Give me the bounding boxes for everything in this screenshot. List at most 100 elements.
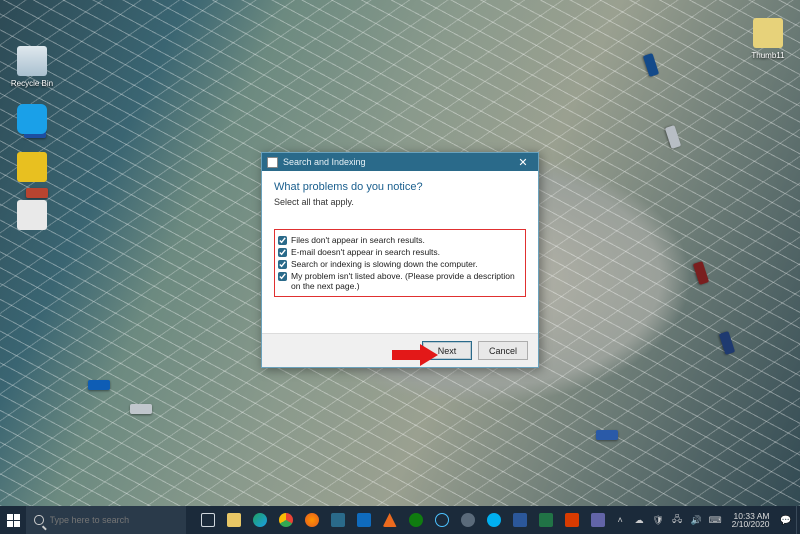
problem-options-group: Files don't appear in search results. E-… xyxy=(274,229,526,297)
start-button[interactable] xyxy=(0,506,26,534)
desktop-icon-label: Recycle Bin xyxy=(8,79,56,88)
shield-icon: 🛡 xyxy=(652,515,663,526)
cloud-icon: ☁ xyxy=(635,515,644,526)
troubleshooter-dialog: Search and Indexing ✕ What problems do y… xyxy=(261,152,539,368)
search-input[interactable] xyxy=(50,515,178,525)
taskbar-app-xbox[interactable] xyxy=(404,513,428,527)
taskbar-app-mail[interactable] xyxy=(352,513,376,527)
taskbar-app-word[interactable] xyxy=(508,513,532,527)
action-center-button[interactable]: 💬 xyxy=(775,515,796,526)
firefox-icon xyxy=(305,513,319,527)
option-slowing[interactable]: Search or indexing is slowing down the c… xyxy=(278,258,522,270)
taskbar-app-explorer[interactable] xyxy=(222,513,246,527)
option-label: My problem isn't listed above. (Please p… xyxy=(291,271,522,291)
desktop-icon-app3[interactable] xyxy=(8,200,56,233)
taskbar-app-settings[interactable] xyxy=(456,513,480,527)
tray-overflow[interactable]: ˄ xyxy=(614,514,627,527)
decor-car xyxy=(693,261,709,285)
clock-date: 2/10/2020 xyxy=(732,520,770,529)
decor-car xyxy=(130,404,152,414)
desktop-icon-app2[interactable] xyxy=(8,152,56,185)
decor-car xyxy=(665,125,681,149)
utility-icon xyxy=(591,513,605,527)
app-icon xyxy=(17,104,47,134)
show-desktop-button[interactable] xyxy=(796,506,800,534)
dialog-subheading: Select all that apply. xyxy=(274,197,526,207)
option-checkbox[interactable] xyxy=(278,272,287,281)
folder-icon xyxy=(227,513,241,527)
taskbar-app-vlc[interactable] xyxy=(378,513,402,527)
file-icon xyxy=(753,18,783,48)
network-icon: 🖧 xyxy=(672,512,682,528)
taskbar: ˄ ☁ 🛡 🖧 🔊 ⌨ 10:33 AM 2/10/2020 💬 xyxy=(0,506,800,534)
option-label: E-mail doesn't appear in search results. xyxy=(291,247,440,257)
option-email[interactable]: E-mail doesn't appear in search results. xyxy=(278,246,522,258)
taskbar-app-store[interactable] xyxy=(326,513,350,527)
search-icon xyxy=(34,515,43,525)
desktop-icon-recycle-bin[interactable]: Recycle Bin xyxy=(8,46,56,88)
option-files[interactable]: Files don't appear in search results. xyxy=(278,234,522,246)
app-icon xyxy=(17,200,47,230)
windows-logo-icon xyxy=(7,514,20,527)
gear-icon xyxy=(461,513,475,527)
mail-icon xyxy=(357,513,371,527)
tray-security[interactable]: 🛡 xyxy=(652,514,665,527)
decor-car xyxy=(26,188,48,198)
taskbar-app-edge[interactable] xyxy=(248,513,272,527)
task-view-icon xyxy=(201,513,215,527)
button-label: Cancel xyxy=(489,346,517,356)
taskbar-app-cortana[interactable] xyxy=(430,513,454,527)
decor-car xyxy=(596,430,618,440)
option-checkbox[interactable] xyxy=(278,260,287,269)
option-not-listed[interactable]: My problem isn't listed above. (Please p… xyxy=(278,270,522,292)
desktop-icon-thumbs[interactable]: Thumb11 xyxy=(744,18,792,60)
cortana-icon xyxy=(435,513,449,527)
taskbar-app-utility[interactable] xyxy=(586,513,610,527)
xbox-icon xyxy=(409,513,423,527)
desktop-icon-label: Thumb11 xyxy=(744,51,792,60)
chrome-icon xyxy=(279,513,293,527)
desktop-icon-app1[interactable] xyxy=(8,104,56,137)
dialog-titlebar[interactable]: Search and Indexing ✕ xyxy=(262,153,538,171)
snip-icon xyxy=(565,513,579,527)
edge-icon xyxy=(253,513,267,527)
tray-volume[interactable]: 🔊 xyxy=(690,514,703,527)
taskbar-app-skype[interactable] xyxy=(482,513,506,527)
tray-onedrive[interactable]: ☁ xyxy=(633,514,646,527)
taskbar-app-chrome[interactable] xyxy=(274,513,298,527)
decor-car xyxy=(643,53,659,77)
task-view-button[interactable] xyxy=(196,513,220,527)
taskbar-app-excel[interactable] xyxy=(534,513,558,527)
taskbar-pinned-apps xyxy=(186,513,610,527)
system-tray: ˄ ☁ 🛡 🖧 🔊 ⌨ xyxy=(610,514,726,527)
option-checkbox[interactable] xyxy=(278,236,287,245)
dialog-footer: Next Cancel xyxy=(262,333,538,367)
option-label: Files don't appear in search results. xyxy=(291,235,425,245)
keyboard-icon: ⌨ xyxy=(709,515,722,526)
button-label: Next xyxy=(438,346,457,356)
option-label: Search or indexing is slowing down the c… xyxy=(291,259,478,269)
chevron-up-icon: ˄ xyxy=(617,515,622,525)
excel-icon xyxy=(539,513,553,527)
close-button[interactable]: ✕ xyxy=(508,153,538,171)
skype-icon xyxy=(487,513,501,527)
store-icon xyxy=(331,513,345,527)
wizard-icon xyxy=(267,157,278,168)
app-icon xyxy=(17,152,47,182)
next-button[interactable]: Next xyxy=(422,341,472,360)
close-icon: ✕ xyxy=(518,156,527,169)
vlc-icon xyxy=(383,513,397,527)
decor-car xyxy=(719,331,735,355)
tray-input[interactable]: ⌨ xyxy=(709,514,722,527)
dialog-title: Search and Indexing xyxy=(283,157,508,167)
volume-icon: 🔊 xyxy=(691,515,702,526)
option-checkbox[interactable] xyxy=(278,248,287,257)
taskbar-app-firefox[interactable] xyxy=(300,513,324,527)
cancel-button[interactable]: Cancel xyxy=(478,341,528,360)
tray-network[interactable]: 🖧 xyxy=(671,514,684,527)
taskbar-clock[interactable]: 10:33 AM 2/10/2020 xyxy=(726,512,776,529)
decor-car xyxy=(88,380,110,390)
taskbar-app-snip[interactable] xyxy=(560,513,584,527)
notification-icon: 💬 xyxy=(780,515,791,526)
taskbar-search[interactable] xyxy=(26,506,185,534)
